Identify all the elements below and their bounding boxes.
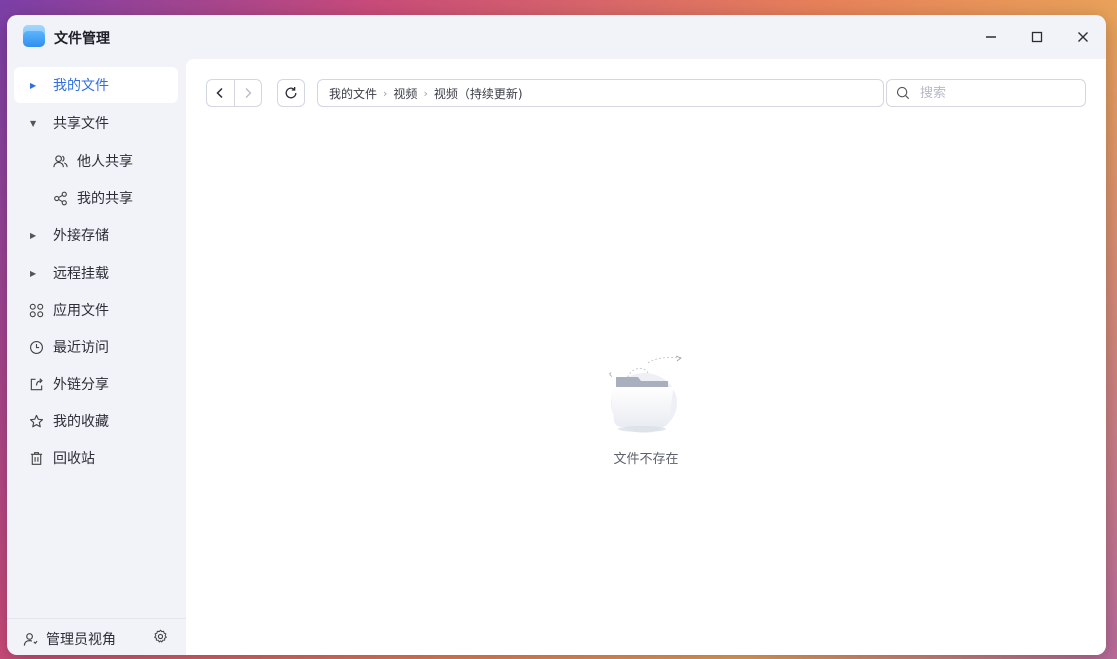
external-share-icon [28, 376, 44, 392]
sidebar-item-label: 共享文件 [53, 116, 109, 132]
users-icon [52, 153, 68, 169]
breadcrumb-separator-icon: › [383, 86, 388, 100]
app-title: 文件管理 [54, 31, 110, 47]
minimize-icon [986, 36, 996, 38]
caret-right-icon: ▶ [30, 80, 37, 90]
clock-icon [28, 339, 44, 355]
sidebar: ▶ 我的文件 ▼ 共享文件 他人共享 我的共享 ▶ 外接存储 ▶ 远程挂载 应用… [7, 59, 186, 655]
gear-icon[interactable] [153, 629, 169, 645]
sidebar-item-link-share[interactable]: 外链分享 [14, 366, 178, 402]
trash-icon [28, 450, 44, 466]
search-box [886, 79, 1086, 107]
refresh-button[interactable] [277, 79, 305, 107]
sidebar-item-label: 我的收藏 [53, 414, 109, 430]
sidebar-footer: 管理员视角 [7, 618, 186, 655]
maximize-button[interactable] [1025, 25, 1049, 49]
caret-right-icon: ▶ [30, 230, 37, 240]
close-button[interactable] [1071, 25, 1095, 49]
caret-right-icon: ▶ [30, 268, 37, 278]
search-icon [896, 86, 910, 100]
apps-grid-icon [28, 302, 44, 318]
sidebar-item-favorites[interactable]: 我的收藏 [14, 403, 178, 439]
breadcrumb-item[interactable]: 视频 [393, 85, 417, 102]
share-icon [52, 190, 68, 206]
folder-app-icon [23, 25, 45, 47]
empty-state-text: 文件不存在 [613, 452, 679, 467]
sidebar-item-external-storage[interactable]: ▶ 外接存储 [14, 217, 178, 253]
refresh-icon [285, 87, 297, 99]
back-button[interactable] [207, 80, 234, 106]
sidebar-item-label: 外接存储 [53, 228, 109, 244]
sidebar-item-recycle-bin[interactable]: 回收站 [14, 440, 178, 476]
caret-down-icon: ▼ [30, 118, 37, 128]
sidebar-item-app-files[interactable]: 应用文件 [14, 292, 178, 328]
sidebar-item-label: 应用文件 [53, 303, 109, 319]
breadcrumb-separator-icon: › [423, 86, 428, 100]
maximize-icon [1031, 31, 1043, 43]
title-bar: 文件管理 [7, 15, 1106, 59]
sidebar-item-my-files[interactable]: ▶ 我的文件 [14, 67, 178, 103]
sidebar-item-my-shares[interactable]: 我的共享 [14, 180, 178, 216]
history-nav [206, 79, 262, 107]
sidebar-item-label: 他人共享 [77, 154, 133, 170]
chevron-right-icon [245, 88, 252, 98]
sidebar-item-remote-mount[interactable]: ▶ 远程挂载 [14, 255, 178, 291]
sidebar-item-label: 外链分享 [53, 377, 109, 393]
empty-folder-illustration [608, 355, 682, 433]
sidebar-item-label: 我的共享 [77, 191, 133, 207]
sidebar-item-label: 远程挂载 [53, 266, 109, 282]
sidebar-item-label: 我的文件 [53, 78, 109, 94]
sidebar-item-label: 回收站 [53, 451, 95, 467]
sidebar-item-shared-files[interactable]: ▼ 共享文件 [14, 105, 178, 141]
admin-view-button[interactable]: 管理员视角 [23, 629, 116, 649]
search-input[interactable] [918, 84, 1082, 102]
chevron-left-icon [216, 87, 223, 99]
forward-button[interactable] [233, 80, 262, 106]
sidebar-item-label: 最近访问 [53, 340, 109, 356]
breadcrumb: 我的文件 › 视频 › 视频（持续更新) [317, 79, 884, 107]
sidebar-item-shared-with-me[interactable]: 他人共享 [14, 143, 178, 179]
close-icon [1078, 32, 1088, 42]
breadcrumb-item[interactable]: 我的文件 [329, 85, 377, 102]
minimize-button[interactable] [979, 25, 1003, 49]
file-manager-window: 文件管理 ▶ 我的文件 ▼ 共享文件 他人共享 我的共享 ▶ 外接存储 ▶ 远程… [7, 15, 1106, 655]
star-icon [28, 413, 44, 429]
admin-view-label: 管理员视角 [46, 632, 116, 648]
main-content: 我的文件 › 视频 › 视频（持续更新) 搜索 文件不存在 [186, 59, 1106, 655]
breadcrumb-item[interactable]: 视频（持续更新) [434, 85, 523, 102]
sidebar-item-recent[interactable]: 最近访问 [14, 329, 178, 365]
admin-user-icon [23, 632, 38, 646]
